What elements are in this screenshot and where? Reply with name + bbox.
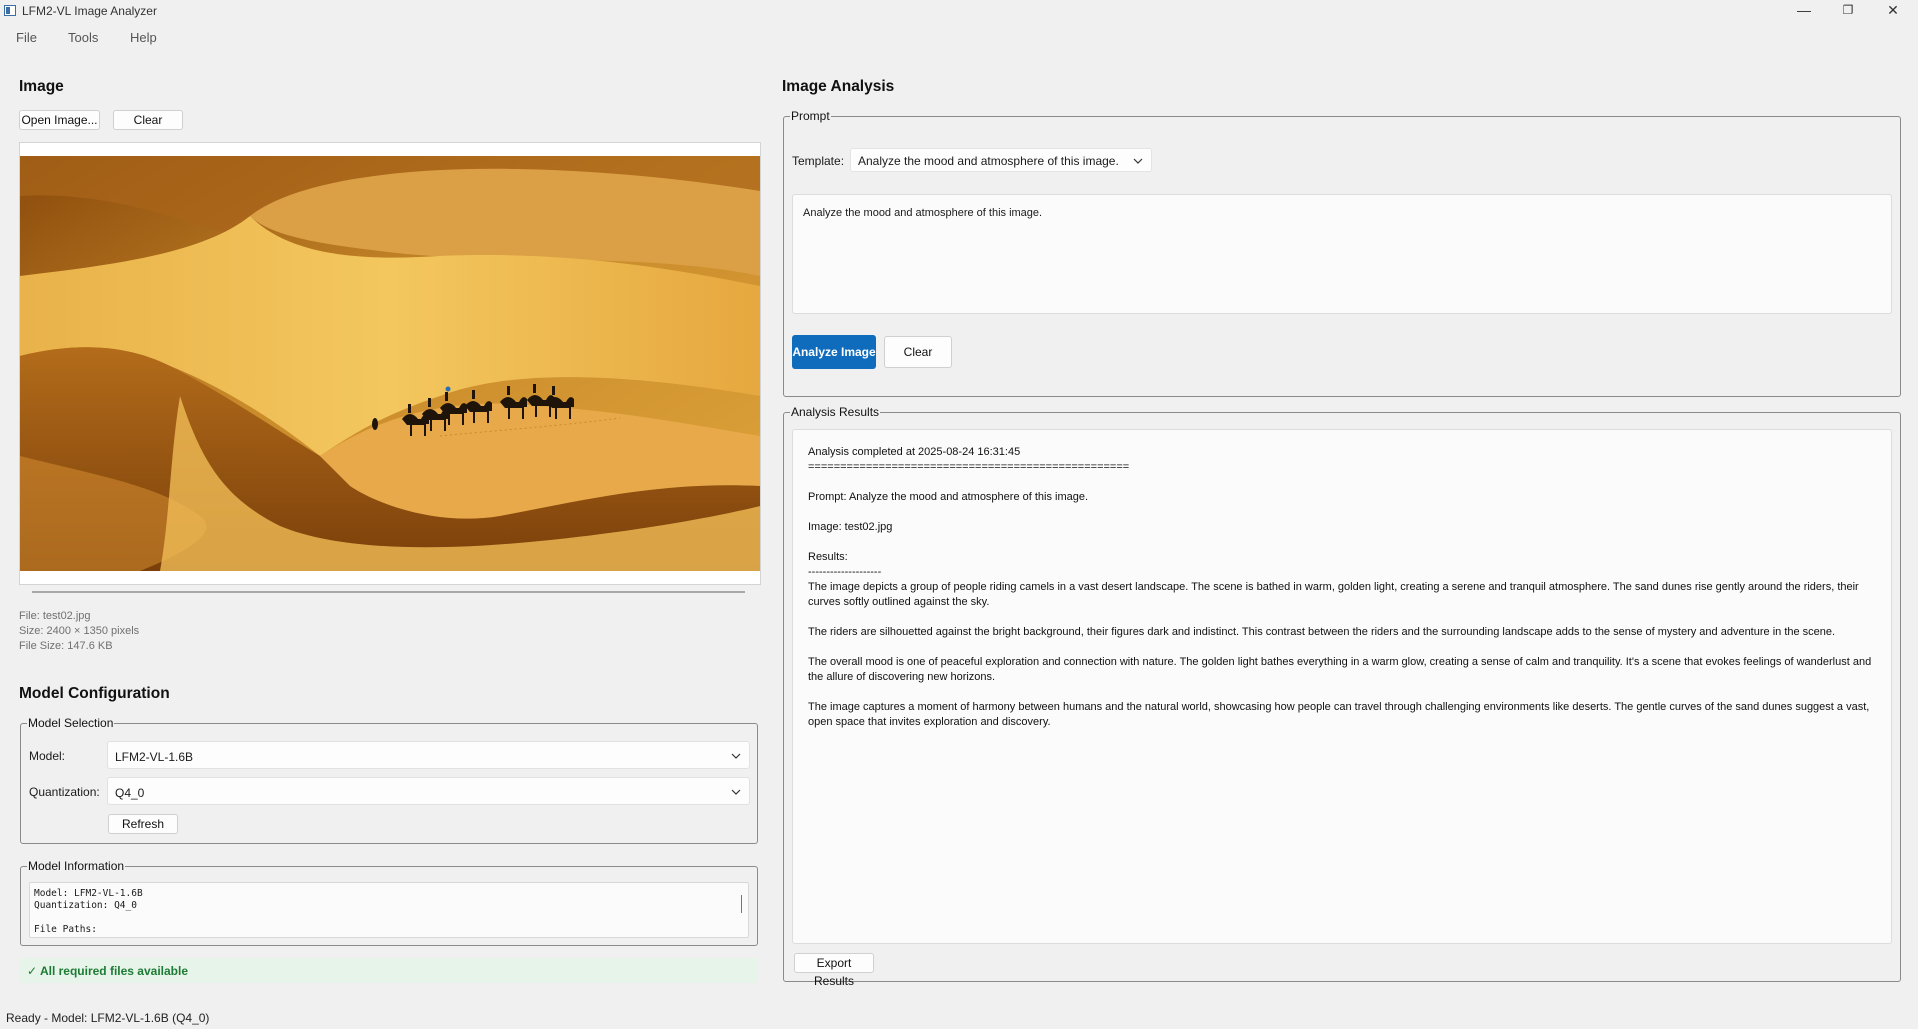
model-config-title: Model Configuration: [19, 685, 170, 702]
maximize-button[interactable]: ❐: [1825, 0, 1871, 22]
model-info-line: File Paths:: [34, 924, 97, 935]
results-paragraph: The image captures a moment of harmony b…: [808, 701, 1870, 728]
menu-file[interactable]: File: [16, 30, 37, 45]
menu-bar: [0, 28, 400, 50]
close-button[interactable]: ✕: [1870, 0, 1916, 22]
model-info-line: Quantization: Q4_0: [34, 900, 137, 911]
clear-prompt-button[interactable]: Clear: [884, 336, 952, 368]
file-size-info: File Size: 147.6 KB: [19, 640, 113, 652]
image-preview: [20, 156, 760, 571]
chevron-down-icon: [1133, 158, 1143, 164]
prompt-textarea[interactable]: Analyze the mood and atmosphere of this …: [792, 194, 1892, 314]
model-select[interactable]: LFM2-VL-1.6B: [107, 741, 750, 769]
model-selection-legend: Model Selection: [27, 716, 115, 730]
results-paragraph: The overall mood is one of peaceful expl…: [808, 656, 1872, 683]
template-select-value: Analyze the mood and atmosphere of this …: [858, 154, 1119, 168]
chevron-down-icon: [731, 789, 741, 795]
clear-image-button[interactable]: Clear: [113, 110, 183, 130]
menu-tools[interactable]: Tools: [68, 30, 98, 45]
results-image-line: Image: test02.jpg: [808, 521, 893, 533]
results-completed-line: Analysis completed at 2025-08-24 16:31:4…: [808, 446, 1021, 458]
template-select[interactable]: Analyze the mood and atmosphere of this …: [850, 148, 1152, 172]
window-title: LFM2-VL Image Analyzer: [22, 4, 157, 18]
app-icon: [4, 5, 16, 16]
results-prompt-line: Prompt: Analyze the mood and atmosphere …: [808, 491, 1089, 503]
analyze-image-button[interactable]: Analyze Image: [792, 335, 876, 369]
results-label: Results:: [808, 551, 848, 563]
results-textarea[interactable]: Analysis completed at 2025-08-24 16:31:4…: [792, 429, 1892, 944]
model-info-text: Model: LFM2-VL-1.6B Quantization: Q4_0 F…: [29, 882, 749, 938]
prompt-legend: Prompt: [790, 109, 831, 123]
quantization-label: Quantization:: [29, 785, 100, 799]
export-results-button[interactable]: Export Results: [794, 953, 874, 988]
model-select-value: LFM2-VL-1.6B: [115, 750, 194, 764]
image-size-info: Size: 2400 × 1350 pixels: [19, 625, 140, 637]
status-bar-text: Ready - Model: LFM2-VL-1.6B (Q4_0): [6, 1011, 210, 1025]
image-scrollbar[interactable]: [32, 591, 745, 593]
menu-help[interactable]: Help: [130, 30, 157, 45]
refresh-button[interactable]: Refresh: [108, 814, 178, 834]
analysis-results-legend: Analysis Results: [790, 405, 881, 419]
results-paragraph: The image depicts a group of people ridi…: [808, 581, 1859, 608]
minimize-button[interactable]: —: [1781, 0, 1827, 22]
results-separator: ========================================…: [808, 461, 1130, 473]
files-status-text: ✓ All required files available: [27, 964, 189, 978]
open-image-button[interactable]: Open Image...: [19, 110, 100, 130]
analysis-section-title: Image Analysis: [782, 78, 895, 95]
files-status-banner: ✓ All required files available: [19, 958, 758, 983]
image-section-title: Image: [19, 78, 64, 95]
quantization-select[interactable]: Q4_0: [107, 777, 750, 805]
file-name-info: File: test02.jpg: [19, 610, 91, 622]
results-dashes: --------------------: [808, 566, 882, 578]
results-paragraph: The riders are silhouetted against the b…: [808, 626, 1836, 638]
scrollbar-thumb[interactable]: [741, 895, 742, 913]
template-label: Template:: [792, 154, 845, 168]
model-info-line: Model: LFM2-VL-1.6B: [34, 888, 143, 899]
model-label: Model:: [29, 749, 66, 763]
chevron-down-icon: [731, 753, 741, 759]
title-bar: [0, 0, 1918, 22]
quantization-select-value: Q4_0: [115, 786, 145, 800]
model-info-line: [34, 912, 744, 924]
prompt-text: Analyze the mood and atmosphere of this …: [803, 207, 1043, 219]
model-information-legend: Model Information: [27, 859, 126, 873]
